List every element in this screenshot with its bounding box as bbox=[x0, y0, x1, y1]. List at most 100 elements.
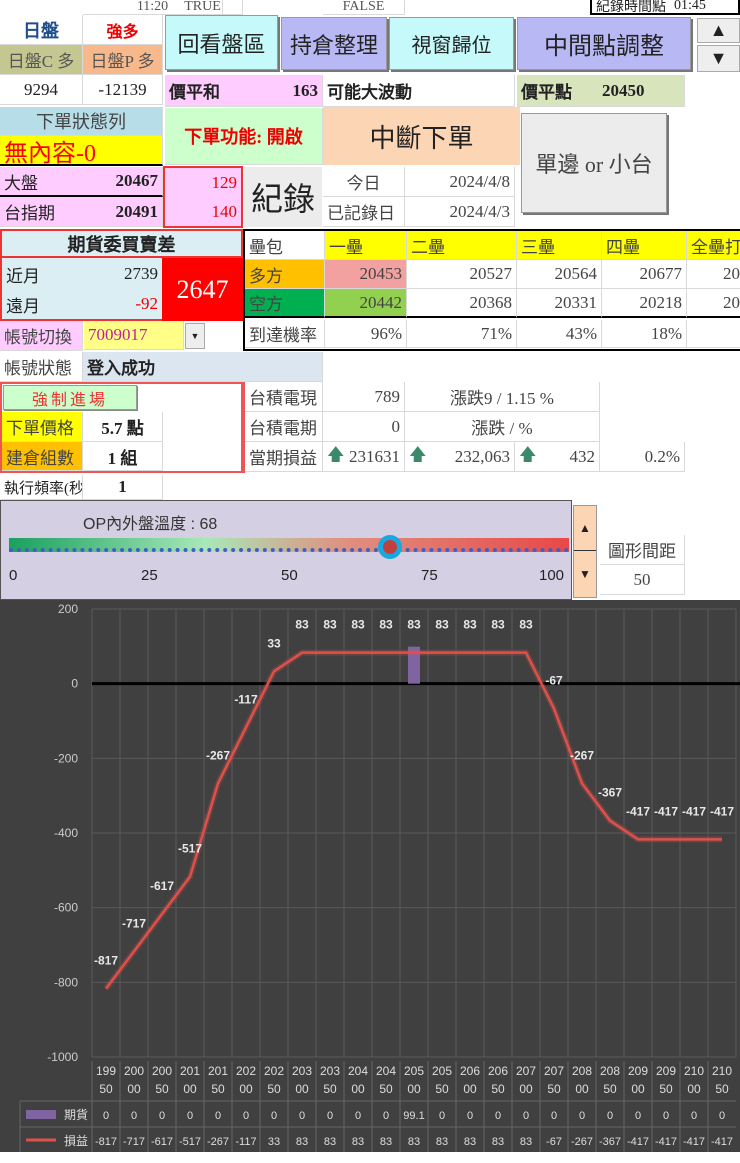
x-tick-label: 00 bbox=[127, 1082, 141, 1096]
gauge-knob[interactable] bbox=[377, 535, 402, 559]
x-tick-label: 206 bbox=[460, 1064, 480, 1078]
pnl-data-label: 83 bbox=[491, 618, 505, 632]
account-status: 登入成功 bbox=[83, 352, 323, 382]
pnl-data-label: 83 bbox=[519, 618, 533, 632]
bases-long-cell: 多方 bbox=[245, 260, 325, 289]
bases-short-cell: 20368 bbox=[407, 289, 517, 318]
futures-legend-label: 期貨 bbox=[64, 1107, 88, 1122]
midpoint-down-button[interactable]: ▼ bbox=[697, 45, 740, 72]
bases-long-cell: 20527 bbox=[407, 260, 517, 289]
today-value: 2024/4/8 bbox=[405, 167, 515, 197]
taiex: 大盤 20467 bbox=[0, 167, 163, 197]
futures: 台指期 20491 bbox=[0, 197, 163, 227]
bases-prob-cell: 43% bbox=[517, 320, 602, 348]
positions-button[interactable]: 持倉整理 bbox=[281, 17, 387, 70]
pnl-1-value: 231631 bbox=[349, 446, 400, 466]
force-entry-button[interactable]: 強制進場 bbox=[3, 385, 137, 410]
up-arrow-icon: 🡅 bbox=[327, 445, 345, 464]
day-call-label: 日盤C 多 bbox=[0, 45, 83, 75]
x-tick-label: 199 bbox=[96, 1064, 116, 1078]
pnl-table-value: -417 bbox=[683, 1136, 705, 1148]
far-month-value: -92 bbox=[135, 294, 158, 313]
x-tick-label: 200 bbox=[152, 1064, 172, 1078]
x-tick-label: 208 bbox=[572, 1064, 592, 1078]
pnl-chart: 200 0 -200 -400 -600 -800 -1000 -817 -717 -617 -51… bbox=[0, 600, 740, 1152]
order-book-total: 2647 bbox=[162, 258, 243, 321]
x-tick-label: 00 bbox=[463, 1082, 477, 1096]
x-tick-label: 203 bbox=[320, 1064, 340, 1078]
x-tick-label: 50 bbox=[99, 1082, 113, 1096]
x-tick-label: 201 bbox=[180, 1064, 200, 1078]
volatility-note: 可能大波動 bbox=[323, 75, 515, 107]
bases-prob-cell: 18% bbox=[602, 320, 687, 348]
tsmc-futures-change: 漲跌 / % bbox=[405, 412, 600, 442]
bases-header-cell: 四壘 bbox=[602, 231, 687, 260]
bases-short-cell: 20 bbox=[687, 289, 740, 318]
far-month-label: 遠月 bbox=[6, 296, 40, 316]
pnl-table-value: -817 bbox=[95, 1136, 117, 1148]
pnl-legend-label: 損益 bbox=[64, 1133, 88, 1148]
x-tick-label: 208 bbox=[600, 1064, 620, 1078]
x-tick-label: 00 bbox=[575, 1082, 589, 1096]
x-tick-label: 50 bbox=[603, 1082, 617, 1096]
pnl-table-value: 83 bbox=[296, 1136, 308, 1148]
futures-table-value: 0 bbox=[523, 1110, 529, 1122]
pnl-table-value: -417 bbox=[627, 1136, 649, 1148]
midpoint-adjust-button[interactable]: 中間點調整 bbox=[517, 17, 691, 70]
futures-table-value: 0 bbox=[355, 1110, 361, 1122]
index-diff-box: 129 140 bbox=[163, 166, 243, 228]
futures-legend-icon bbox=[26, 1110, 56, 1119]
single-side-button[interactable]: 單邊 or 小台 bbox=[521, 113, 667, 213]
taiex-diff: 129 bbox=[211, 172, 238, 192]
pnl-table-value: 83 bbox=[380, 1136, 392, 1148]
pnl-table-value: 83 bbox=[352, 1136, 364, 1148]
pnl-data-label: 83 bbox=[351, 618, 365, 632]
x-tick-label: 00 bbox=[407, 1082, 421, 1096]
atm-point-label: 價平點 bbox=[521, 83, 572, 102]
bases-table: 壘包 一壘 二壘 三壘 四壘 全壘打 多方 20453 20527 20564 20677 20 空方 2… bbox=[243, 229, 740, 351]
spacing-down-button[interactable]: ▼ bbox=[574, 552, 596, 597]
x-tick-label: 50 bbox=[435, 1082, 449, 1096]
futures-label: 台指期 bbox=[4, 204, 55, 223]
account-dropdown-arrow-icon[interactable]: ▼ bbox=[185, 323, 205, 349]
day-call-value: 9294 bbox=[0, 75, 83, 105]
account-status-label: 帳號狀態 bbox=[0, 352, 83, 382]
futures-table-value: 0 bbox=[187, 1110, 193, 1122]
bases-prob-cell: 71% bbox=[407, 320, 517, 348]
bases-long-cell: 20 bbox=[687, 260, 740, 289]
x-tick-label: 200 bbox=[124, 1064, 144, 1078]
pnl-table-value: -417 bbox=[655, 1136, 677, 1148]
pnl-table-value: 83 bbox=[520, 1136, 532, 1148]
x-tick-label: 207 bbox=[544, 1064, 564, 1078]
reset-window-button[interactable]: 視窗歸位 bbox=[389, 17, 514, 70]
gauge-tick-label: 25 bbox=[141, 567, 158, 584]
flag1-cell: TRUE bbox=[163, 0, 243, 15]
x-tick-label: 50 bbox=[659, 1082, 673, 1096]
y-tick-label: -1000 bbox=[47, 1050, 78, 1064]
pnl-data-label: -417 bbox=[682, 804, 706, 818]
tsmc-futures-value: 0 bbox=[323, 412, 405, 442]
review-button[interactable]: 回看盤區 bbox=[165, 15, 278, 70]
order-book-title: 期貨委買賣差 bbox=[2, 231, 241, 258]
pnl-table-value: -717 bbox=[123, 1136, 145, 1148]
pnl-table-value: 33 bbox=[268, 1136, 280, 1148]
x-tick-label: 50 bbox=[491, 1082, 505, 1096]
x-tick-label: 209 bbox=[628, 1064, 648, 1078]
record-button[interactable]: 紀錄 bbox=[244, 167, 322, 227]
x-tick-label: 203 bbox=[292, 1064, 312, 1078]
gauge-title: OP內外盤溫度 : 68 bbox=[83, 516, 218, 533]
interrupt-order-button[interactable]: 中斷下單 bbox=[323, 107, 520, 165]
pnl-data-label: 83 bbox=[379, 618, 393, 632]
spacing-value[interactable]: 50 bbox=[600, 565, 685, 595]
spacing-up-button[interactable]: ▲ bbox=[574, 506, 596, 551]
x-tick-label: 210 bbox=[712, 1064, 732, 1078]
bases-short-cell: 20442 bbox=[325, 289, 407, 318]
x-tick-label: 00 bbox=[519, 1082, 533, 1096]
midpoint-up-button[interactable]: ▲ bbox=[697, 18, 740, 43]
tsmc-spot-value: 789 bbox=[323, 382, 405, 412]
recorded-value: 2024/4/3 bbox=[405, 197, 515, 227]
y-tick-label: -800 bbox=[54, 975, 78, 989]
x-tick-label: 50 bbox=[379, 1082, 393, 1096]
atm-point-value: 20450 bbox=[602, 80, 645, 100]
account-select[interactable]: 7009017 bbox=[84, 321, 184, 350]
